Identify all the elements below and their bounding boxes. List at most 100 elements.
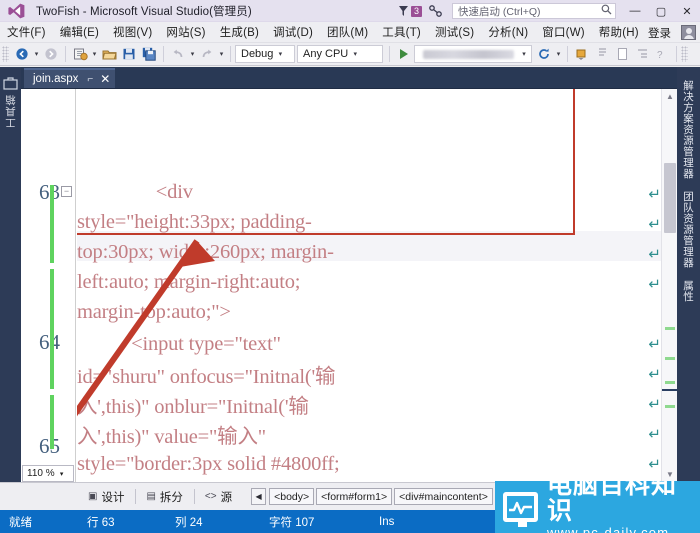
- toolbar-overflow-grip[interactable]: [681, 46, 688, 62]
- menu-item-edit[interactable]: 编辑(E): [53, 22, 106, 42]
- minimize-button[interactable]: —: [622, 0, 648, 22]
- status-column: 列 24: [175, 516, 203, 529]
- code-line: margin-top:auto;">: [77, 300, 231, 323]
- toolbox-dock-strip[interactable]: 工具箱: [0, 67, 21, 482]
- save-icon[interactable]: [119, 45, 139, 64]
- account-avatar-icon[interactable]: [681, 25, 696, 40]
- view-tab-split[interactable]: ▤ 拆分: [138, 487, 190, 507]
- menu-item-analyze[interactable]: 分析(N): [481, 22, 535, 42]
- notification-count-badge[interactable]: 3: [411, 5, 422, 17]
- menu-item-website[interactable]: 网站(S): [159, 22, 212, 42]
- word-wrap-return-icon: ↵: [648, 185, 661, 203]
- view-tab-source[interactable]: <> 源: [197, 487, 240, 507]
- toolbar-separator: [567, 46, 568, 62]
- maximize-button[interactable]: ▢: [648, 0, 674, 22]
- breadcrumb-body[interactable]: <body>: [269, 488, 315, 505]
- breadcrumb-maincontent[interactable]: <div#maincontent>: [394, 488, 493, 505]
- solution-configuration-combo[interactable]: Debug ▾: [235, 45, 295, 63]
- code-line: <input type="text": [77, 332, 281, 355]
- word-wrap-return-icon: ↵: [648, 335, 661, 353]
- pin-tab-icon[interactable]: ⌐: [87, 74, 93, 85]
- menu-item-build[interactable]: 生成(B): [213, 22, 266, 42]
- menu-item-file[interactable]: 文件(F): [0, 22, 53, 42]
- menu-item-test[interactable]: 测试(S): [428, 22, 481, 42]
- breadcrumb-form1[interactable]: <form#form1>: [316, 488, 393, 505]
- scroll-down-icon[interactable]: ▼: [662, 467, 677, 482]
- gutter-divider: [75, 89, 76, 482]
- main-workspace: 工具箱 join.aspx ⌐ ✕ 63 64 65 −: [0, 67, 700, 482]
- status-char-count: 字符 107: [269, 516, 315, 529]
- undo-dropdown-icon: ▾: [190, 51, 195, 58]
- code-editor[interactable]: 63 64 65 − <div style="height:33px; padd…: [21, 88, 677, 482]
- word-wrap-return-icon: ↵: [648, 365, 661, 383]
- word-wrap-return-icon: ↵: [648, 275, 661, 293]
- close-button[interactable]: ✕: [674, 0, 700, 22]
- panel-tab-properties[interactable]: 属性: [680, 277, 697, 305]
- scrollbar-thumb[interactable]: [664, 163, 676, 233]
- design-view-icon: ▣: [88, 491, 98, 502]
- chevron-down-icon: ▾: [353, 51, 357, 58]
- word-wrap-marker-column: ↵ ↵ ↵ ↵ ↵ ↵ ↵ ↵ ↵ ↵: [645, 89, 661, 482]
- refresh-dropdown-icon[interactable]: ▾: [554, 45, 563, 64]
- document-tab-join-aspx[interactable]: join.aspx ⌐ ✕: [24, 68, 116, 88]
- document-area: join.aspx ⌐ ✕ 63 64 65 − <d: [21, 67, 677, 482]
- unsaved-change-marker: [50, 269, 54, 389]
- start-debugging-icon[interactable]: [394, 45, 414, 64]
- visual-studio-logo-icon: [8, 3, 25, 19]
- search-icon: [601, 4, 612, 18]
- menu-item-view[interactable]: 视图(V): [106, 22, 159, 42]
- show-formatting-icon: [592, 45, 612, 64]
- send-feedback-icon[interactable]: [427, 4, 445, 18]
- sign-in-button[interactable]: 登录: [638, 25, 681, 41]
- open-website-icon[interactable]: [99, 45, 119, 64]
- quick-launch-input[interactable]: 快速启动 (Ctrl+Q): [452, 3, 616, 19]
- toolbox-icon: [3, 76, 18, 91]
- source-view-icon: <>: [204, 491, 217, 502]
- chevron-down-icon: ▾: [59, 470, 64, 478]
- title-bar-right-group: 3 快速启动 (Ctrl+Q) — ▢ ✕: [397, 0, 700, 22]
- title-bar: TwoFish - Microsoft Visual Studio(管理员) 3…: [0, 0, 700, 22]
- editor-zoom-combo[interactable]: 110 % ▾: [22, 465, 74, 482]
- code-text-pane[interactable]: <div style="height:33px; padding- top:30…: [77, 89, 677, 482]
- close-tab-icon[interactable]: ✕: [100, 72, 110, 86]
- editor-vertical-scrollbar[interactable]: ▲ ▼: [661, 89, 677, 482]
- view-tab-design-label: 设计: [101, 491, 125, 504]
- toolbar-separator: [65, 46, 66, 62]
- menu-item-window[interactable]: 窗口(W): [535, 22, 592, 42]
- new-website-icon[interactable]: [70, 45, 90, 64]
- solution-platform-combo[interactable]: Any CPU ▾: [297, 45, 383, 63]
- breadcrumb-back-button[interactable]: ◀: [251, 488, 267, 505]
- panel-tab-solution-explorer[interactable]: 解决方案资源管理器: [680, 77, 697, 182]
- view-tab-design[interactable]: ▣ 设计: [80, 487, 132, 507]
- save-all-icon[interactable]: [139, 45, 159, 64]
- word-wrap-return-icon: ↵: [648, 215, 661, 233]
- code-line: left:auto; margin-right:auto;: [77, 270, 301, 293]
- toolbar-grip-handle[interactable]: [2, 46, 9, 62]
- menu-item-tools[interactable]: 工具(T): [375, 22, 428, 42]
- code-line: style="height:33px; padding-: [77, 210, 312, 233]
- code-line: id="shuru" onfocus="Initnal('输: [77, 366, 336, 388]
- page-icon: [612, 45, 632, 64]
- document-tab-strip: join.aspx ⌐ ✕: [21, 67, 677, 88]
- scroll-up-icon[interactable]: ▲: [662, 89, 677, 104]
- toolbar-separator: [389, 46, 390, 62]
- editor-gutter: 63 64 65 −: [21, 89, 77, 482]
- new-website-dropdown-icon[interactable]: ▾: [90, 45, 99, 64]
- notification-flag-icon[interactable]: [397, 4, 410, 18]
- split-view-icon: ▤: [146, 491, 156, 502]
- chevron-down-icon: ▾: [522, 51, 526, 58]
- refresh-icon[interactable]: [534, 45, 554, 64]
- navigate-backward-icon[interactable]: [12, 45, 32, 64]
- collapse-region-icon[interactable]: −: [61, 186, 72, 197]
- navigate-backward-dropdown-icon[interactable]: ▾: [32, 45, 41, 64]
- code-line: top:30px; width:260px; margin-: [77, 240, 334, 263]
- toolbox-label: 工具箱: [5, 94, 17, 129]
- panel-tab-team-explorer[interactable]: 团队资源管理器: [680, 188, 697, 271]
- menu-item-team[interactable]: 团队(M): [320, 22, 375, 42]
- redo-dropdown-icon: ▾: [219, 51, 224, 58]
- highlight-tag-icon[interactable]: [572, 45, 592, 64]
- view-tab-separator: [193, 489, 195, 504]
- view-tab-split-label: 拆分: [159, 491, 183, 504]
- start-debug-target-combo[interactable]: ▾: [414, 45, 532, 63]
- menu-item-debug[interactable]: 调试(D): [266, 22, 320, 42]
